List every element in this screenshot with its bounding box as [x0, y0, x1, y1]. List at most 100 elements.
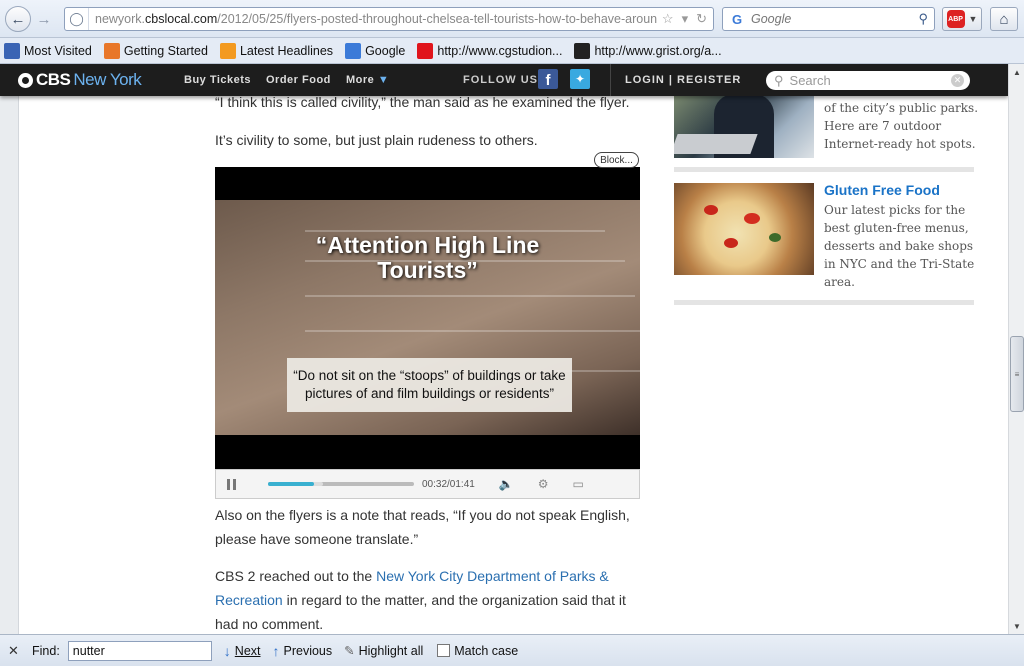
bookmark-icon: [4, 42, 20, 59]
url-bar[interactable]: ◯ newyork.cbslocal.com/2012/05/25/flyers…: [64, 7, 714, 31]
nav-more-label: More: [346, 74, 375, 86]
article-paragraph: Also on the flyers is a note that reads,…: [215, 507, 630, 547]
site-identity-icon[interactable]: ◯: [65, 8, 89, 30]
find-previous-button[interactable]: ↑ Previous: [273, 643, 333, 659]
find-next-button[interactable]: ↓ Next: [224, 643, 261, 659]
chevron-down-icon: ▼: [377, 74, 390, 86]
find-bar: ✕ Find: ↓Next ↑Previous ✎Highlight all M…: [0, 634, 1024, 666]
para-text: CBS 2 reached out to the: [215, 568, 377, 584]
search-icon[interactable]: ⚲: [918, 11, 934, 27]
bookmark-label: Latest Headlines: [239, 43, 334, 58]
adblock-button[interactable]: ABP ▼: [942, 7, 982, 31]
close-icon[interactable]: ✕: [8, 643, 22, 659]
forward-arrow-icon: →: [36, 10, 52, 28]
logo-ny-text: New York: [73, 70, 142, 89]
progress-played: [268, 482, 315, 486]
follow-us-label: FOLLOW US: [463, 74, 538, 86]
url-text[interactable]: newyork.cbslocal.com/2012/05/25/flyers-p…: [89, 12, 662, 26]
rss-icon: [219, 42, 236, 59]
progress-bar[interactable]: [268, 482, 414, 486]
bookmark-label: http://www.cgstudion...: [437, 43, 563, 58]
history-dropdown-icon[interactable]: ▾: [682, 11, 689, 27]
block-button[interactable]: Block...: [594, 152, 639, 168]
match-case-label[interactable]: Match case: [454, 644, 518, 658]
find-label: Find:: [32, 643, 60, 658]
bookmark-item[interactable]: Latest Headlines: [219, 42, 334, 59]
match-case-checkbox[interactable]: [437, 644, 451, 657]
video-frame[interactable]: “Attention High Line Tourists” “Do not s…: [215, 200, 640, 435]
scroll-down-icon[interactable]: ▼: [1009, 618, 1024, 634]
bookmark-label: Google: [365, 43, 406, 58]
login-link[interactable]: LOGIN: [625, 74, 665, 86]
twitter-icon[interactable]: ✦: [570, 69, 590, 89]
chevron-down-icon: ▼: [968, 14, 978, 24]
bookmark-item[interactable]: Getting Started: [103, 42, 208, 59]
url-prefix: newyork.: [95, 12, 146, 26]
bookmarks-toolbar: Most Visited Getting Started Latest Headli…: [0, 38, 1024, 64]
find-next-label: Next: [234, 643, 261, 658]
adblock-icon: ABP: [946, 10, 965, 28]
settings-gear-icon[interactable]: ⚙: [538, 477, 549, 491]
facebook-icon[interactable]: f: [538, 69, 558, 89]
browser-search-bar[interactable]: G Google ⚲: [722, 7, 935, 31]
pizza-promo-image[interactable]: [674, 183, 814, 275]
site-search-input[interactable]: ⚲ Search ✕: [766, 71, 970, 90]
highlighter-icon: ✎: [344, 644, 355, 658]
back-arrow-icon: ←: [10, 10, 26, 28]
logo-cbs-text: CBS: [36, 70, 71, 89]
cbs-new-york-logo[interactable]: CBS New York: [18, 70, 142, 90]
forward-button[interactable]: →: [33, 8, 55, 30]
scroll-thumb[interactable]: ≡: [1010, 336, 1024, 412]
site-header: CBS New York Buy Tickets Order Food More…: [0, 64, 1008, 96]
video-headline-line1: “Attention High Line: [315, 232, 540, 258]
scroll-up-icon[interactable]: ▲: [1009, 64, 1024, 80]
find-input[interactable]: [67, 640, 212, 661]
search-engine-placeholder: Google: [751, 12, 792, 26]
fullscreen-icon[interactable]: ▭: [573, 477, 584, 491]
reload-icon[interactable]: ↻: [696, 11, 707, 27]
video-caption: “Do not sit on the “stoops” of buildings…: [287, 358, 572, 412]
volume-icon[interactable]: 🔈: [499, 477, 514, 491]
register-link[interactable]: REGISTER: [677, 74, 741, 86]
back-button[interactable]: ←: [5, 6, 31, 32]
url-host: cbslocal.com: [145, 12, 218, 26]
highlight-all-button[interactable]: ✎ Highlight all: [344, 643, 424, 659]
bookmark-item[interactable]: http://www.grist.org/a...: [574, 42, 722, 59]
arrow-up-icon: ↑: [272, 642, 280, 659]
bookmark-item[interactable]: Most Visited: [4, 42, 92, 59]
cbs-eye-icon: [18, 72, 33, 88]
grist-icon: [574, 42, 591, 59]
promo-text: Our latest picks for the best gluten-fre…: [824, 203, 975, 289]
promo-title[interactable]: Gluten Free Food: [824, 182, 940, 198]
google-engine-icon[interactable]: G: [723, 8, 751, 30]
search-icon: ⚲: [774, 72, 784, 88]
bookmark-item[interactable]: http://www.cgstudion...: [417, 42, 563, 59]
home-button[interactable]: ⌂: [990, 7, 1018, 31]
highlight-all-label: Highlight all: [358, 643, 424, 658]
login-register: LOGIN | REGISTER: [625, 74, 742, 86]
arrow-down-icon: ↓: [223, 642, 231, 659]
site-search-placeholder: Search: [789, 73, 831, 88]
bookmark-label: Most Visited: [24, 43, 92, 58]
page-scrollbar[interactable]: ▲ ≡ ▼: [1008, 64, 1024, 634]
divider: [674, 300, 974, 305]
pause-icon: [226, 478, 230, 490]
video-controls: 00:32/01:41 🔈 ⚙ ▭: [215, 469, 640, 499]
bookmark-item[interactable]: Google: [345, 42, 406, 59]
page-viewport: CBS New York Buy Tickets Order Food More…: [0, 64, 1008, 634]
video-player[interactable]: “Attention High Line Tourists” “Do not s…: [215, 167, 640, 499]
video-headline: “Attention High Line Tourists”: [215, 233, 640, 283]
nav-order-food[interactable]: Order Food: [266, 74, 331, 86]
browser-toolbar: ← → ◯ newyork.cbslocal.com/2012/05/25/fl…: [0, 0, 1024, 38]
bookmark-star-icon[interactable]: ☆: [662, 11, 674, 27]
red-square-icon: [417, 42, 434, 59]
clear-search-icon[interactable]: ✕: [951, 74, 964, 87]
wifi-parks-promo-image[interactable]: [674, 94, 814, 158]
nav-more[interactable]: More ▼: [346, 74, 389, 86]
nav-buy-tickets[interactable]: Buy Tickets: [184, 74, 251, 86]
pause-button[interactable]: [216, 478, 246, 490]
firefox-icon: [103, 42, 120, 59]
google-icon: [345, 42, 362, 59]
video-timecode: 00:32/01:41: [422, 478, 475, 490]
left-gutter: [0, 64, 19, 634]
